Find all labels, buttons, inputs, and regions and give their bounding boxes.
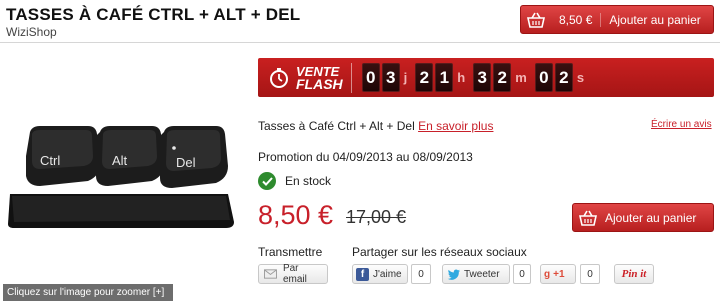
stock-status: En stock <box>258 172 331 190</box>
flash-sale-banner: VENTE FLASH 0 3 j 2 1 h 3 2 m 0 2 s <box>258 58 714 97</box>
countdown: 0 3 j 2 1 h 3 2 m 0 2 s <box>360 63 590 92</box>
product-name-text: Tasses à Café Ctrl + Alt + Del <box>258 119 415 133</box>
key-alt-label: Alt <box>112 153 128 168</box>
promotion-dates: Promotion du 04/09/2013 au 08/09/2013 <box>258 150 473 164</box>
key-ctrl-label: Ctrl <box>40 153 60 168</box>
facebook-icon: f <box>356 267 369 281</box>
digit: 0 <box>534 63 553 92</box>
transmit-label: Transmettre <box>258 245 323 259</box>
digit: 3 <box>381 63 400 92</box>
social-share-label: Partager sur les réseaux sociaux <box>352 245 527 259</box>
envelope-icon <box>264 269 277 279</box>
tweet-label: Tweeter <box>464 268 500 280</box>
digit: 1 <box>435 63 454 92</box>
pinterest-button[interactable]: Pin it <box>614 264 654 284</box>
shop-name[interactable]: WiziShop <box>6 25 57 39</box>
product-image[interactable]: Ctrl Alt Del <box>0 46 240 304</box>
key-del-label: Del <box>176 155 196 170</box>
email-share-label: Par email <box>282 263 307 285</box>
header-cart-label: Ajouter au panier <box>609 12 701 27</box>
flash-divider <box>350 62 352 93</box>
pinterest-label: Pin it <box>621 268 647 280</box>
tweet-button[interactable]: Tweeter <box>442 264 510 284</box>
product-name: Tasses à Café Ctrl + Alt + Del En savoir… <box>258 119 493 133</box>
facebook-count: 0 <box>411 264 431 284</box>
google-plus-label: +1 <box>553 268 565 280</box>
zoom-hint[interactable]: Cliquez sur l'image pour zoomer [+] <box>3 284 173 301</box>
check-icon <box>258 172 276 190</box>
unit-days: j <box>403 70 408 85</box>
facebook-like-button[interactable]: f J'aime <box>352 264 408 284</box>
add-to-cart-label: Ajouter au panier <box>605 210 697 225</box>
stopwatch-icon <box>270 67 288 88</box>
digit: 2 <box>554 63 573 92</box>
header-divider <box>0 42 720 43</box>
digit: 3 <box>473 63 492 92</box>
current-price: 8,50 € <box>258 200 334 230</box>
more-info-link[interactable]: En savoir plus <box>418 119 493 133</box>
unit-hours: h <box>457 70 466 85</box>
old-price: 17,00 € <box>346 207 407 227</box>
google-plus-count: 0 <box>580 264 600 284</box>
digit: 2 <box>415 63 434 92</box>
page-title: TASSES À CAFÉ CTRL + ALT + DEL <box>6 5 301 24</box>
digit: 0 <box>361 63 380 92</box>
twitter-bird-icon <box>447 269 460 280</box>
flash-sale-line2: FLASH <box>296 75 343 92</box>
basket-icon <box>573 210 603 226</box>
write-review-link[interactable]: Écrire un avis <box>651 119 712 130</box>
stock-label: En stock <box>285 174 332 188</box>
header-cart-price: 8,50 € <box>551 12 602 27</box>
flash-sale-title: VENTE FLASH <box>296 65 343 91</box>
google-plus-button[interactable]: g +1 <box>540 264 576 284</box>
basket-icon <box>521 6 551 33</box>
unit-seconds: s <box>576 70 585 85</box>
add-to-cart-button[interactable]: Ajouter au panier <box>572 203 714 232</box>
header-cart-button[interactable]: 8,50 € Ajouter au panier <box>520 5 714 34</box>
facebook-like-label: J'aime <box>373 268 402 280</box>
unit-minutes: m <box>515 70 527 85</box>
twitter-count: 0 <box>513 264 531 284</box>
email-share-button[interactable]: Par email <box>258 263 328 285</box>
digit: 2 <box>493 63 512 92</box>
google-plus-icon: g <box>544 268 551 280</box>
